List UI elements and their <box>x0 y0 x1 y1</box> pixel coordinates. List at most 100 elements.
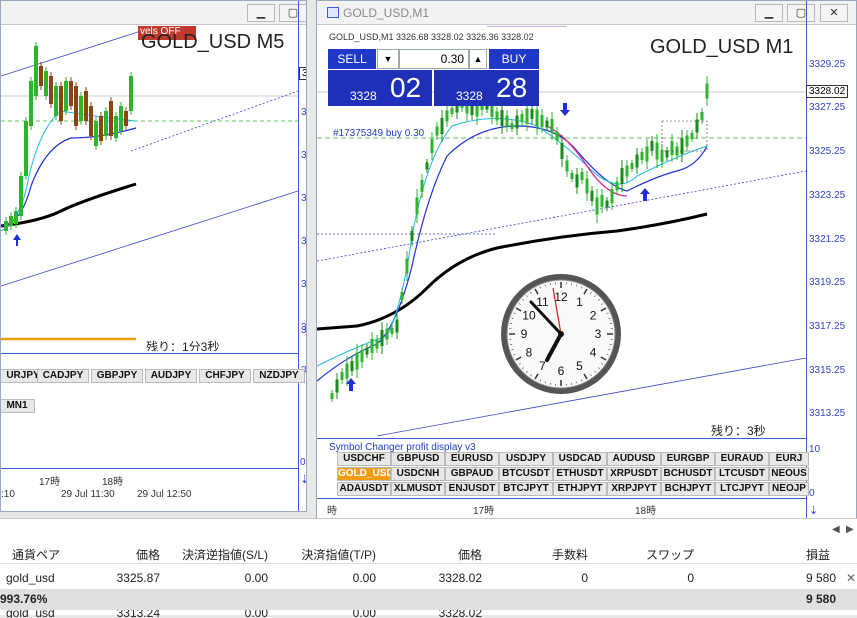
buy-price-panel[interactable]: 3328 28 <box>434 70 539 106</box>
candle-body <box>541 115 544 127</box>
symbol-button[interactable]: USDJPY <box>499 452 553 466</box>
terminal-scroll-right[interactable]: ▶ <box>846 524 854 535</box>
buy-arrow <box>13 234 21 246</box>
price-tick-label: 3323.25 <box>809 190 845 201</box>
lot-increase-button[interactable]: ▲ <box>469 49 487 69</box>
symbol-button[interactable]: BTCUSDT <box>499 467 553 481</box>
sell-button[interactable]: SELL <box>328 49 376 69</box>
right-window-titlebar[interactable]: GOLD_USD,M1 ▁ ▢ ✕ <box>317 1 856 25</box>
symbol-button[interactable]: GBPUSD <box>391 452 445 466</box>
left-timeframe-tab[interactable]: MN1 <box>0 399 35 413</box>
channel-mid <box>317 171 806 261</box>
close-position-icon[interactable]: ✕ <box>844 571 856 585</box>
symbol-button[interactable]: LTCUSDT <box>715 467 769 481</box>
price-tick-label: 3319 <box>301 279 307 290</box>
symbol-button[interactable]: EURAUD <box>715 452 769 466</box>
symbol-button[interactable]: EURGBP <box>661 452 715 466</box>
symbol-button[interactable]: XLMUSDT <box>391 482 445 496</box>
symbol-button[interactable]: XRPUSDT <box>607 467 661 481</box>
symbol-button[interactable]: EURUSD <box>445 452 499 466</box>
right-chart-window[interactable]: GOLD_USD,M1 ▁ ▢ ✕ GOLD_USD,M1 3326.68 33… <box>316 0 857 520</box>
buy-button[interactable]: BUY <box>489 49 539 69</box>
candle-body <box>471 105 474 115</box>
clock-number: 8 <box>526 346 533 360</box>
pair-tab[interactable]: CADJPY <box>37 369 89 383</box>
pair-tab[interactable]: GBPJPY <box>91 369 143 383</box>
pair-tab[interactable]: NZDJPY <box>253 369 305 383</box>
candle-body <box>671 141 674 155</box>
candle-body <box>681 138 684 154</box>
left-scroll-arrow[interactable]: ⇣ <box>300 473 307 486</box>
price-tick-label: 3317.25 <box>809 321 845 332</box>
symbol-button[interactable]: NEOJP <box>769 482 809 496</box>
partial-price: 3313.24 <box>100 610 160 618</box>
lot-size-field[interactable]: 0.30 <box>399 49 469 69</box>
candle-body <box>616 182 619 191</box>
symbol-button[interactable]: USDCAD <box>553 452 607 466</box>
header-price[interactable]: 価格 <box>100 546 160 563</box>
candle-body <box>426 163 429 170</box>
symbol-button[interactable]: GOLD_USD <box>337 467 391 481</box>
time-label: 時 <box>327 502 337 517</box>
minimize-button[interactable]: ▁ <box>755 4 783 22</box>
symbol-button[interactable]: ENJUSDT <box>445 482 499 496</box>
symbol-button[interactable]: GBPAUD <box>445 467 499 481</box>
symbol-button[interactable]: BCHJPYT <box>661 482 715 496</box>
right-time-axis <box>317 498 806 516</box>
left-chart-area[interactable]: vels OFF GOLD_USD M5 残り：1分3秒 <box>1 26 306 351</box>
candle-body <box>361 350 364 362</box>
symbol-button[interactable]: ETHUSDT <box>553 467 607 481</box>
candle-body <box>446 111 449 122</box>
price-tick-label: 3321.25 <box>809 234 845 245</box>
symbol-button[interactable]: BCHUSDT <box>661 467 715 481</box>
header-swap[interactable]: スワップ <box>620 546 694 563</box>
candle-body <box>631 163 634 169</box>
candle-body <box>356 353 359 370</box>
terminal-scroll-left[interactable]: ◀ <box>832 524 840 535</box>
maximize-button[interactable]: ▢ <box>787 4 815 22</box>
right-scroll-arrow[interactable]: ⇣ <box>809 504 818 517</box>
minimize-button[interactable]: ▁ <box>247 4 275 22</box>
candle-body <box>59 86 63 121</box>
right-chart-area[interactable]: GOLD_USD,M1 3326.68 3328.02 3326.36 3328… <box>317 26 856 436</box>
symbol-button[interactable]: BTCJPYT <box>499 482 553 496</box>
candle-body <box>109 101 113 136</box>
pair-tab[interactable]: AUDJPY <box>145 369 197 383</box>
sell-price-panel[interactable]: 3328 02 <box>328 70 432 106</box>
candle-body <box>526 109 529 124</box>
left-window-titlebar[interactable]: ▁ ▢ <box>1 1 306 25</box>
pair-tab[interactable]: CHFJPY <box>199 369 251 383</box>
left-chart-window[interactable]: ▁ ▢ vels OFF GOLD_USD M5 残り：1分3秒 MN1 0 ⇣… <box>0 0 307 512</box>
clock-number: 12 <box>554 290 568 304</box>
lot-decrease-button[interactable]: ▼ <box>377 49 399 69</box>
table-row-partial[interactable]: gold_usd 3313.24 0.00 0.00 3328.02 <box>0 610 857 618</box>
header-commission[interactable]: 手数料 <box>520 546 588 563</box>
symbol-button[interactable]: NEOUS <box>769 467 809 481</box>
position-box <box>662 121 707 151</box>
header-price-2[interactable]: 価格 <box>420 546 482 563</box>
header-profit[interactable]: 損益 <box>780 546 830 563</box>
symbol-button[interactable]: ADAUSDT <box>337 482 391 496</box>
header-sl[interactable]: 決済逆指値(S/L) <box>168 546 268 563</box>
clock-number: 5 <box>576 359 583 373</box>
symbol-button[interactable]: AUDUSD <box>607 452 661 466</box>
candle-body <box>511 123 514 129</box>
candle-body <box>391 328 394 334</box>
table-row[interactable]: gold_usd 3325.87 0.00 0.00 3328.02 0 0 9… <box>0 568 857 589</box>
symbol-button[interactable]: LTCJPYT <box>715 482 769 496</box>
close-button[interactable]: ✕ <box>820 4 848 22</box>
symbol-button[interactable]: EURJ <box>769 452 809 466</box>
candle-body <box>351 361 354 371</box>
header-symbol[interactable]: 通貨ペア <box>12 546 62 563</box>
symbol-button[interactable]: XRPJPYT <box>607 482 661 496</box>
symbol-button[interactable]: USDCHF <box>337 452 391 466</box>
maximize-button[interactable]: ▢ <box>279 4 307 22</box>
row-symbol: gold_usd <box>6 571 66 585</box>
symbol-button[interactable]: ETHJPYT <box>553 482 607 496</box>
candle-body <box>561 143 564 159</box>
price-tick-label: 3321 <box>301 236 307 247</box>
symbol-button[interactable]: USDCNH <box>391 467 445 481</box>
header-tp[interactable]: 決済指値(T/P) <box>290 546 376 563</box>
summary-left: 993.76% <box>0 592 50 606</box>
clock-number: 10 <box>522 309 536 323</box>
